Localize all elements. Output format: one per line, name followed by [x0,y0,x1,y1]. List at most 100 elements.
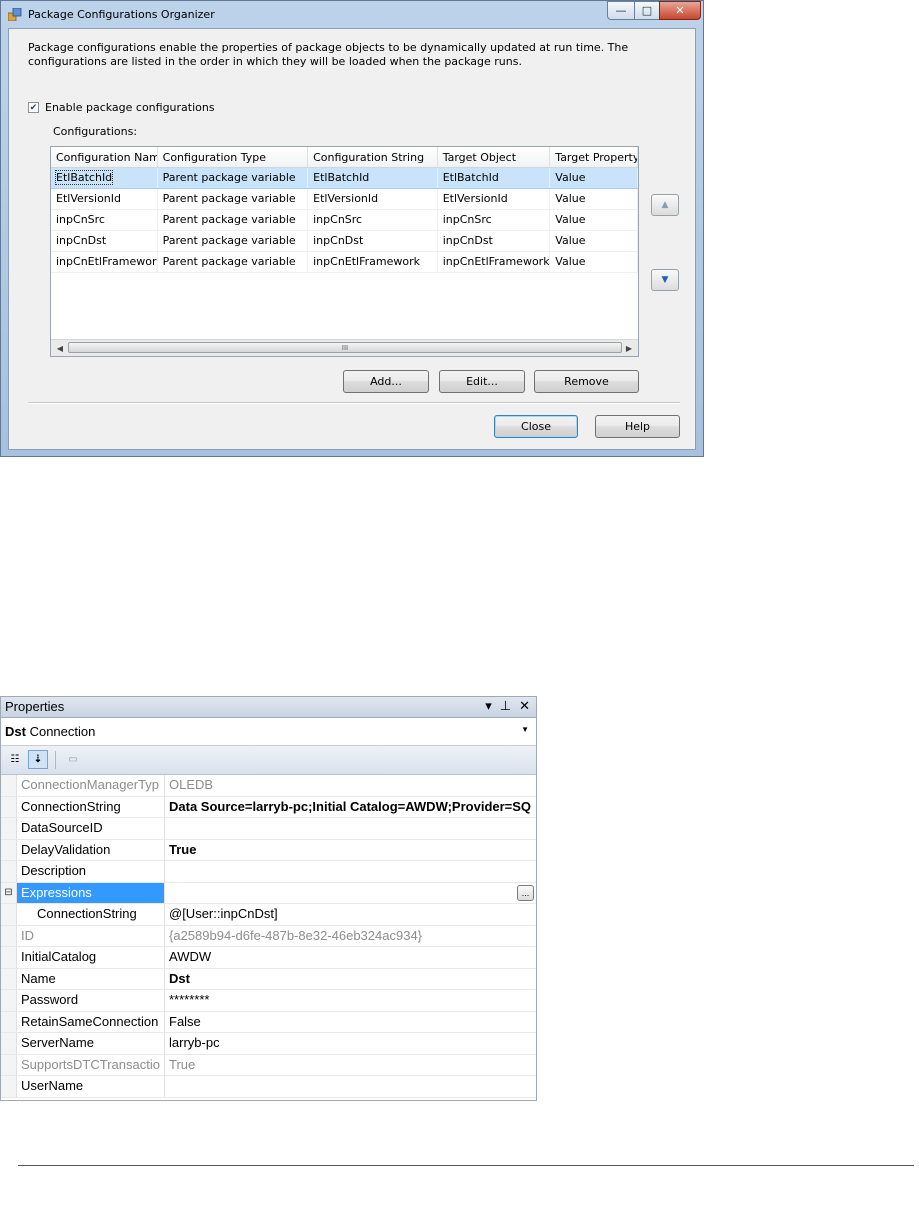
object-selector-label: Dst Connection [5,724,95,739]
table-cell: Parent package variable [158,189,309,209]
property-row[interactable]: ConnectionString Data Source=larryb-pc;I… [1,796,536,818]
table-cell: inpCnSrc [438,210,551,230]
remove-button[interactable]: Remove [534,370,639,393]
collapse-icon[interactable]: ⊟ [1,882,17,903]
move-up-button[interactable]: ▲ [651,194,679,216]
property-name: ID [17,925,165,946]
add-button[interactable]: Add... [343,370,429,393]
title-bar[interactable]: Package Configurations Organizer — □ ✕ [1,1,703,28]
column-header-target-object[interactable]: Target Object [438,147,551,167]
property-value[interactable] [165,883,536,904]
arrow-up-icon: ▲ [661,200,669,210]
table-cell: EtlBatchId [438,168,551,188]
property-grid[interactable]: ConnectionManagerTyp OLEDB ConnectionStr… [1,775,536,1098]
property-row[interactable]: Name Dst [1,968,536,990]
property-row[interactable]: ConnectionManagerTyp OLEDB [1,775,536,797]
property-name: InitialCatalog [17,947,165,968]
property-row[interactable]: SupportsDTCTransactio True [1,1054,536,1076]
table-row[interactable]: inpCnEtlFramework Parent package variabl… [51,252,638,273]
property-name: ConnectionString [17,796,165,817]
property-value[interactable]: @[User::inpCnDst] [165,904,536,925]
table-cell: Parent package variable [158,231,309,251]
column-header-target-property[interactable]: Target Property [550,147,638,167]
property-name: DelayValidation [17,839,165,860]
property-value[interactable]: OLEDB [165,775,536,796]
table-row[interactable]: inpCnSrc Parent package variable inpCnSr… [51,210,638,231]
property-row[interactable]: DataSourceID [1,818,536,840]
horizontal-scrollbar[interactable]: ◀ III ▶ [51,339,638,356]
property-value[interactable]: larryb-pc [165,1033,536,1054]
property-value[interactable] [165,818,536,839]
table-cell: EtlVersionId [438,189,551,209]
properties-title: Properties [5,699,65,714]
row-gutter [1,1054,17,1075]
property-row[interactable]: ID {a2589b94-d6fe-487b-8e32-46eb324ac934… [1,925,536,947]
table-row[interactable]: EtlVersionId Parent package variable Etl… [51,189,638,210]
pin-icon[interactable]: ⊥ [500,698,511,714]
row-gutter [1,925,17,946]
property-value[interactable] [165,1076,536,1097]
dialog-description: Package configurations enable the proper… [28,41,629,68]
property-row[interactable]: Password ******** [1,990,536,1012]
property-row[interactable]: RetainSameConnection False [1,1011,536,1033]
table-cell: inpCnEtlFramework [438,252,551,272]
close-button[interactable]: Close [494,415,578,438]
row-gutter [1,1033,17,1054]
property-row[interactable]: ConnectionString @[User::inpCnDst] [1,904,536,926]
property-value[interactable]: False [165,1012,536,1033]
table-row[interactable]: EtlBatchId Parent package variable EtlBa… [51,168,638,189]
chevron-down-icon[interactable]: ▼ [521,725,529,734]
property-name: ConnectionString [17,904,165,925]
table-cell: EtlBatchId [308,168,438,188]
property-value[interactable]: True [165,840,536,861]
edit-button[interactable]: Edit... [439,370,525,393]
row-gutter [1,1011,17,1032]
property-pages-icon[interactable]: ▭ [63,750,83,769]
move-down-button[interactable]: ▼ [651,269,679,291]
dropdown-arrow-icon[interactable]: ▾ [485,698,492,714]
properties-title-bar[interactable]: Properties ▾ ⊥ ✕ [1,697,536,718]
dialog-client-area: Package configurations enable the proper… [8,28,696,450]
property-value[interactable]: {a2589b94-d6fe-487b-8e32-46eb324ac934} [165,926,536,947]
help-button[interactable]: Help [595,415,680,438]
alphabetical-sort-icon[interactable]: ⇣ [28,750,48,769]
maximize-button[interactable]: □ [634,1,660,20]
column-header-configuration-type[interactable]: Configuration Type [158,147,309,167]
row-gutter [1,947,17,968]
categorized-view-icon[interactable]: ☷ [5,750,25,769]
table-row[interactable]: inpCnDst Parent package variable inpCnDs… [51,231,638,252]
window-close-button[interactable]: ✕ [659,1,701,20]
property-value[interactable] [165,861,536,882]
enable-configurations-row[interactable]: ✔ Enable package configurations [28,101,215,114]
property-value[interactable]: Data Source=larryb-pc;Initial Catalog=AW… [165,797,536,818]
property-row[interactable]: DelayValidation True [1,839,536,861]
enable-configurations-label: Enable package configurations [45,101,215,114]
ellipsis-button[interactable]: ... [517,884,534,901]
configurations-grid[interactable]: Configuration Name Configuration Type Co… [50,146,639,357]
property-row[interactable]: InitialCatalog AWDW [1,947,536,969]
table-cell: EtlBatchId [54,170,114,185]
property-value[interactable]: Dst [165,969,536,990]
property-name: Expressions [17,882,165,903]
object-selector[interactable]: Dst Connection ▼ [1,718,536,746]
column-header-configuration-name[interactable]: Configuration Name [51,147,158,167]
property-value[interactable]: True [165,1055,536,1076]
property-name: UserName [17,1076,165,1097]
property-name: SupportsDTCTransactio [17,1054,165,1075]
scrollbar-thumb[interactable]: III [68,342,622,353]
scroll-left-icon[interactable]: ◀ [53,342,67,354]
minimize-button[interactable]: — [607,1,635,20]
column-header-configuration-string[interactable]: Configuration String [308,147,438,167]
property-row[interactable]: ServerName larryb-pc [1,1033,536,1055]
close-icon[interactable]: ✕ [519,698,530,714]
object-name: Dst [5,724,26,739]
enable-configurations-checkbox[interactable]: ✔ [28,102,39,113]
property-value[interactable]: AWDW [165,947,536,968]
property-row-expressions[interactable]: ⊟ Expressions ... [1,882,536,904]
property-row[interactable]: Description [1,861,536,883]
property-row[interactable]: UserName [1,1076,536,1098]
divider [28,402,680,404]
scroll-right-icon[interactable]: ▶ [622,342,636,354]
row-gutter [1,968,17,989]
property-value[interactable]: ******** [165,990,536,1011]
